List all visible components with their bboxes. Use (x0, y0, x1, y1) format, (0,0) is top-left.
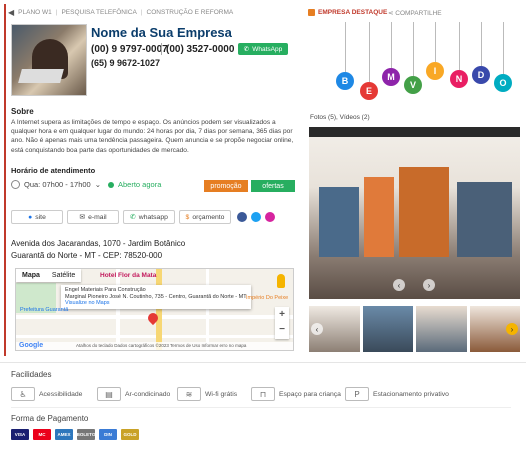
trophy-icon (308, 9, 315, 16)
about-heading: Sobre (11, 107, 34, 116)
whatsapp-icon: ✆ (243, 46, 250, 53)
payment-heading: Forma de Pagamento (11, 414, 89, 423)
instagram-icon[interactable] (265, 212, 275, 222)
email-button[interactable]: ✉ e-mail (67, 210, 119, 224)
featured-badge: EMPRESA DESTAQUE (308, 9, 387, 16)
parking-icon: P (345, 387, 369, 401)
business-photo[interactable] (11, 24, 87, 96)
business-name: Nome da Sua Empresa (91, 25, 232, 40)
phone-mobile[interactable]: (00) 9 9797-0007 (91, 44, 168, 55)
balloon-letter: I (426, 62, 444, 80)
map-zoom-control[interactable]: + − (275, 307, 289, 339)
map-embed[interactable]: Mapa Satélite Hotel Flor da Mata Engel M… (15, 268, 294, 351)
welcome-banner: BEMVINDO (310, 22, 520, 110)
hours-heading: Horário de atendimento (11, 166, 96, 175)
air-conditioner-icon: ▤ (97, 387, 121, 401)
facility-ac: ▤ Ar-condicinado (97, 386, 170, 402)
boleto-icon: BOLETO (77, 429, 95, 440)
chevron-down-icon: ⌄ (94, 180, 102, 189)
balloon-letter: D (472, 66, 490, 84)
map-info-popup: Engel Materiais Para Construção Marginal… (61, 285, 251, 309)
gallery-main-photo[interactable]: ‹ › (309, 127, 520, 299)
facility-parking: P Estacionamento privativo (345, 386, 449, 402)
gallery-thumb[interactable] (362, 306, 413, 352)
share-icon: ⋖ (388, 10, 394, 17)
zoom-out-icon[interactable]: − (275, 322, 289, 337)
promo-button[interactable]: promoção (204, 180, 248, 192)
facility-kids: ⊓ Espaço para criança (251, 386, 341, 402)
gallery-thumbnails: ‹ › (309, 306, 520, 352)
map-place-hotel[interactable]: Hotel Flor da Mata (100, 272, 156, 279)
category-link-2[interactable]: CONSTRUÇÃO E REFORMA (147, 9, 234, 16)
gallery-thumb[interactable]: › (469, 306, 520, 352)
prev-thumb-icon[interactable]: ‹ (311, 323, 323, 335)
map-type-tabs: Mapa Satélite (16, 269, 82, 282)
wifi-icon: ≋ (177, 387, 201, 401)
gallery-thumb[interactable] (416, 306, 467, 352)
plan-label: PLANO W1 (18, 9, 52, 16)
amex-icon: AMEX (55, 429, 73, 440)
globe-icon: ● (28, 213, 33, 221)
map-label-guaranta: Prefeitura Guarantã (20, 307, 69, 313)
gallery-thumb[interactable]: ‹ (309, 306, 360, 352)
status-dot-icon (108, 181, 114, 188)
category-link-1[interactable]: PESQUISA TELEFÔNICA (61, 9, 136, 16)
phone-landline[interactable]: (00) 3527-0000 (166, 44, 234, 55)
facility-wifi: ≋ Wi-fi grátis (177, 386, 237, 402)
whatsapp-button[interactable]: ✆ WhatsApp (238, 43, 288, 55)
quote-button[interactable]: $ orçamento (179, 210, 231, 224)
facility-accessibility: ♿ Acessibilidade (11, 386, 82, 402)
playground-icon: ⊓ (251, 387, 275, 401)
site-button[interactable]: ● site (11, 210, 63, 224)
next-photo-icon[interactable]: › (423, 279, 435, 291)
open-status: Aberto agora (108, 180, 161, 189)
hours-dropdown[interactable]: Qua: 07h00 - 17h00 ⌄ (11, 180, 101, 189)
wheelchair-icon: ♿ (11, 387, 35, 401)
megaphone-icon: ◀ (8, 8, 15, 17)
view-on-maps-link[interactable]: Visualize no Maps (65, 300, 247, 307)
facilities-heading: Facilidades (11, 370, 52, 379)
tab-map[interactable]: Mapa (16, 269, 46, 282)
google-logo: Google (19, 342, 44, 349)
address-line-1: Avenida dos Jacarandas, 1070 - Jardim Bo… (11, 239, 186, 248)
balloon-letter: V (404, 76, 422, 94)
map-label-imperio: Império Do Peixe (246, 295, 289, 301)
whatsapp-icon: ✆ (130, 214, 136, 221)
tab-satellite[interactable]: Satélite (46, 269, 81, 282)
balloon-letter: O (494, 74, 512, 92)
balloon-letter: B (336, 72, 354, 90)
zoom-in-icon[interactable]: + (275, 307, 289, 322)
breadcrumb: ◀ PLANO W1 | PESQUISA TELEFÔNICA | CONST… (8, 8, 234, 17)
street-view-icon[interactable] (277, 274, 285, 288)
cash-icon: DIN (99, 429, 117, 440)
whatsapp-contact-button[interactable]: ✆ whatsapp (123, 210, 175, 224)
address-line-2: Guarantã do Norte - MT - CEP: 78520-000 (11, 251, 163, 260)
about-text: A Internet supera as limitações de tempo… (11, 119, 294, 154)
phone-secondary[interactable]: (65) 9 9672-1027 (91, 58, 160, 68)
share-button[interactable]: ⋖ COMPARTILHE (388, 9, 442, 17)
clock-icon (11, 180, 20, 189)
money-icon: $ (185, 213, 190, 221)
map-footer: Atalhos do teclado Dados cartográficos ©… (16, 342, 293, 350)
balloon-letter: N (450, 70, 468, 88)
twitter-icon[interactable] (251, 212, 261, 222)
prev-photo-icon[interactable]: ‹ (393, 279, 405, 291)
gallery-label: Fotos (5), Vídeos (2) (310, 114, 370, 121)
visa-icon: VISA (11, 429, 29, 440)
mastercard-icon: MC (33, 429, 51, 440)
gold-card-icon: GOLD (121, 429, 139, 440)
envelope-icon: ✉ (79, 214, 86, 221)
offers-button[interactable]: ofertas (251, 180, 295, 192)
next-thumb-icon[interactable]: › (506, 323, 518, 335)
balloon-letter: M (382, 68, 400, 86)
balloon-letter: E (360, 82, 378, 100)
facebook-icon[interactable] (237, 212, 247, 222)
